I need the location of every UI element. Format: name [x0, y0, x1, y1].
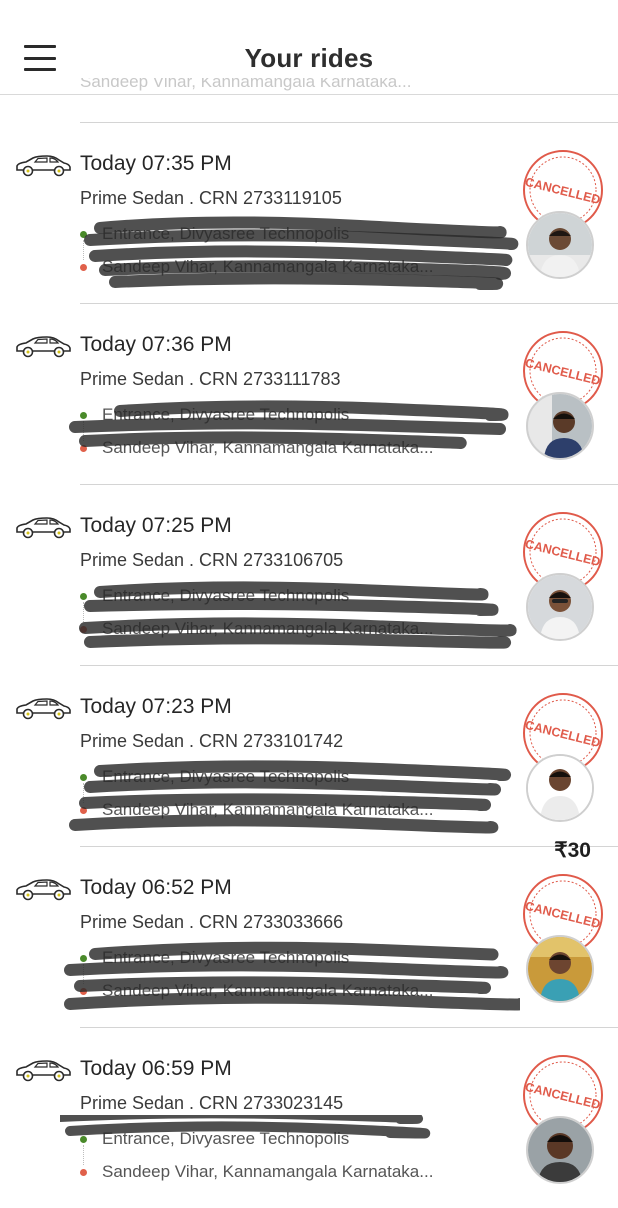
ride-item[interactable]: Today 06:52 PM Prime Sedan . CRN 2733033… [0, 839, 618, 1027]
divider [80, 303, 618, 304]
previous-ride-partial: Sandeep Vihar, Kannamangala Karnataka... [80, 78, 412, 91]
divider [80, 1027, 618, 1028]
ride-fare: ₹30 [554, 839, 591, 862]
app-header: Your rides Sandeep Vihar, Kannamangala K… [0, 0, 618, 95]
ride-item[interactable]: Today 07:23 PM Prime Sedan . CRN 2733101… [0, 665, 618, 846]
drop-address: Sandeep Vihar, Kannamangala Karnataka... [102, 800, 434, 819]
ride-route: Entrance, Divyasree Technopolis Sandeep … [79, 581, 517, 649]
car-icon [16, 1060, 71, 1082]
driver-photo [528, 575, 592, 639]
ride-route: Entrance, Divyasree Technopolis Sandeep … [80, 216, 519, 290]
driver-photo [528, 213, 592, 277]
ride-time: Today 06:59 PM [80, 1057, 232, 1080]
driver-photo [528, 937, 592, 1001]
ride-item[interactable]: Today 07:25 PM Prime Sedan . CRN 2733106… [0, 484, 618, 665]
pickup-address: Entrance, Divyasree Technopolis [102, 405, 350, 424]
drop-dot-icon [80, 626, 87, 633]
pickup-address: Entrance, Divyasree Technopolis [102, 767, 350, 786]
drop-dot-icon [80, 1169, 87, 1176]
drop-address: Sandeep Vihar, Kannamangala Karnataka... [102, 619, 434, 638]
car-icon [16, 336, 71, 358]
drop-dot-icon [80, 264, 87, 271]
ride-details: Prime Sedan . CRN 2733101742 [80, 731, 344, 751]
driver-photo [528, 1118, 592, 1182]
page-title: Your rides [244, 43, 374, 73]
divider [80, 665, 618, 666]
driver-avatar[interactable] [526, 754, 594, 822]
divider [80, 122, 618, 123]
pickup-dot-icon [80, 955, 87, 962]
car-icon [16, 155, 71, 177]
pickup-dot-icon [80, 774, 87, 781]
svg-text:CANCELLED: CANCELLED [524, 356, 602, 388]
svg-text:CANCELLED: CANCELLED [524, 175, 602, 207]
ride-details: Prime Sedan . CRN 2733033666 [80, 912, 344, 932]
drop-dot-icon [80, 807, 87, 814]
drop-dot-icon [80, 445, 87, 452]
drop-dot-icon [80, 988, 87, 995]
driver-avatar[interactable] [526, 392, 594, 460]
ride-route: Entrance, Divyasree Technopolis Sandeep … [69, 400, 510, 461]
ride-route: Entrance, Divyasree Technopolis Sandeep … [64, 941, 520, 1011]
ride-details: Prime Sedan . CRN 2733106705 [80, 550, 344, 570]
pickup-address: Entrance, Divyasree Technopolis [102, 1129, 350, 1148]
ride-route: Entrance, Divyasree Technopolis Sandeep … [69, 760, 511, 834]
drop-address: Sandeep Vihar, Kannamangala Karnataka... [102, 257, 434, 276]
ride-item[interactable]: Today 07:35 PM Prime Sedan . CRN 2733119… [0, 122, 618, 303]
ride-details: Prime Sedan . CRN 2733119105 [80, 188, 342, 208]
ride-time: Today 07:23 PM [80, 695, 232, 718]
divider [80, 846, 618, 847]
car-icon [16, 517, 71, 539]
driver-avatar[interactable] [526, 573, 594, 641]
drop-address: Sandeep Vihar, Kannamangala Karnataka... [102, 981, 434, 1000]
drop-address: Sandeep Vihar, Kannamangala Karnataka... [102, 1162, 434, 1181]
pickup-dot-icon [80, 231, 87, 238]
pickup-address: Entrance, Divyasree Technopolis [102, 948, 350, 967]
driver-photo [528, 756, 592, 820]
svg-text:CANCELLED: CANCELLED [524, 1080, 602, 1112]
ride-time: Today 06:52 PM [80, 876, 232, 899]
ride-details: Prime Sedan . CRN 2733111783 [80, 369, 341, 389]
ride-route: Entrance, Divyasree Technopolis Sandeep … [60, 1115, 510, 1185]
driver-avatar[interactable] [526, 935, 594, 1003]
divider [80, 484, 618, 485]
svg-text:CANCELLED: CANCELLED [524, 899, 602, 931]
ride-time: Today 07:25 PM [80, 514, 232, 537]
driver-photo [528, 394, 592, 458]
ride-time: Today 07:35 PM [80, 152, 232, 175]
car-icon [16, 698, 71, 720]
ride-item[interactable]: Today 06:59 PM Prime Sedan . CRN 2733023… [0, 1027, 618, 1208]
pickup-address: Entrance, Divyasree Technopolis [102, 224, 350, 243]
car-icon [16, 879, 71, 901]
pickup-dot-icon [80, 1136, 87, 1143]
ride-details: Prime Sedan . CRN 2733023145 [80, 1093, 344, 1113]
svg-text:CANCELLED: CANCELLED [524, 718, 602, 750]
driver-avatar[interactable] [526, 211, 594, 279]
ride-time: Today 07:36 PM [80, 333, 232, 356]
pickup-address: Entrance, Divyasree Technopolis [102, 586, 350, 605]
ride-item[interactable]: Today 07:36 PM Prime Sedan . CRN 2733111… [0, 303, 618, 484]
svg-text:CANCELLED: CANCELLED [524, 537, 602, 569]
pickup-dot-icon [80, 412, 87, 419]
driver-avatar[interactable] [526, 1116, 594, 1184]
drop-address: Sandeep Vihar, Kannamangala Karnataka... [102, 438, 434, 457]
pickup-dot-icon [80, 593, 87, 600]
